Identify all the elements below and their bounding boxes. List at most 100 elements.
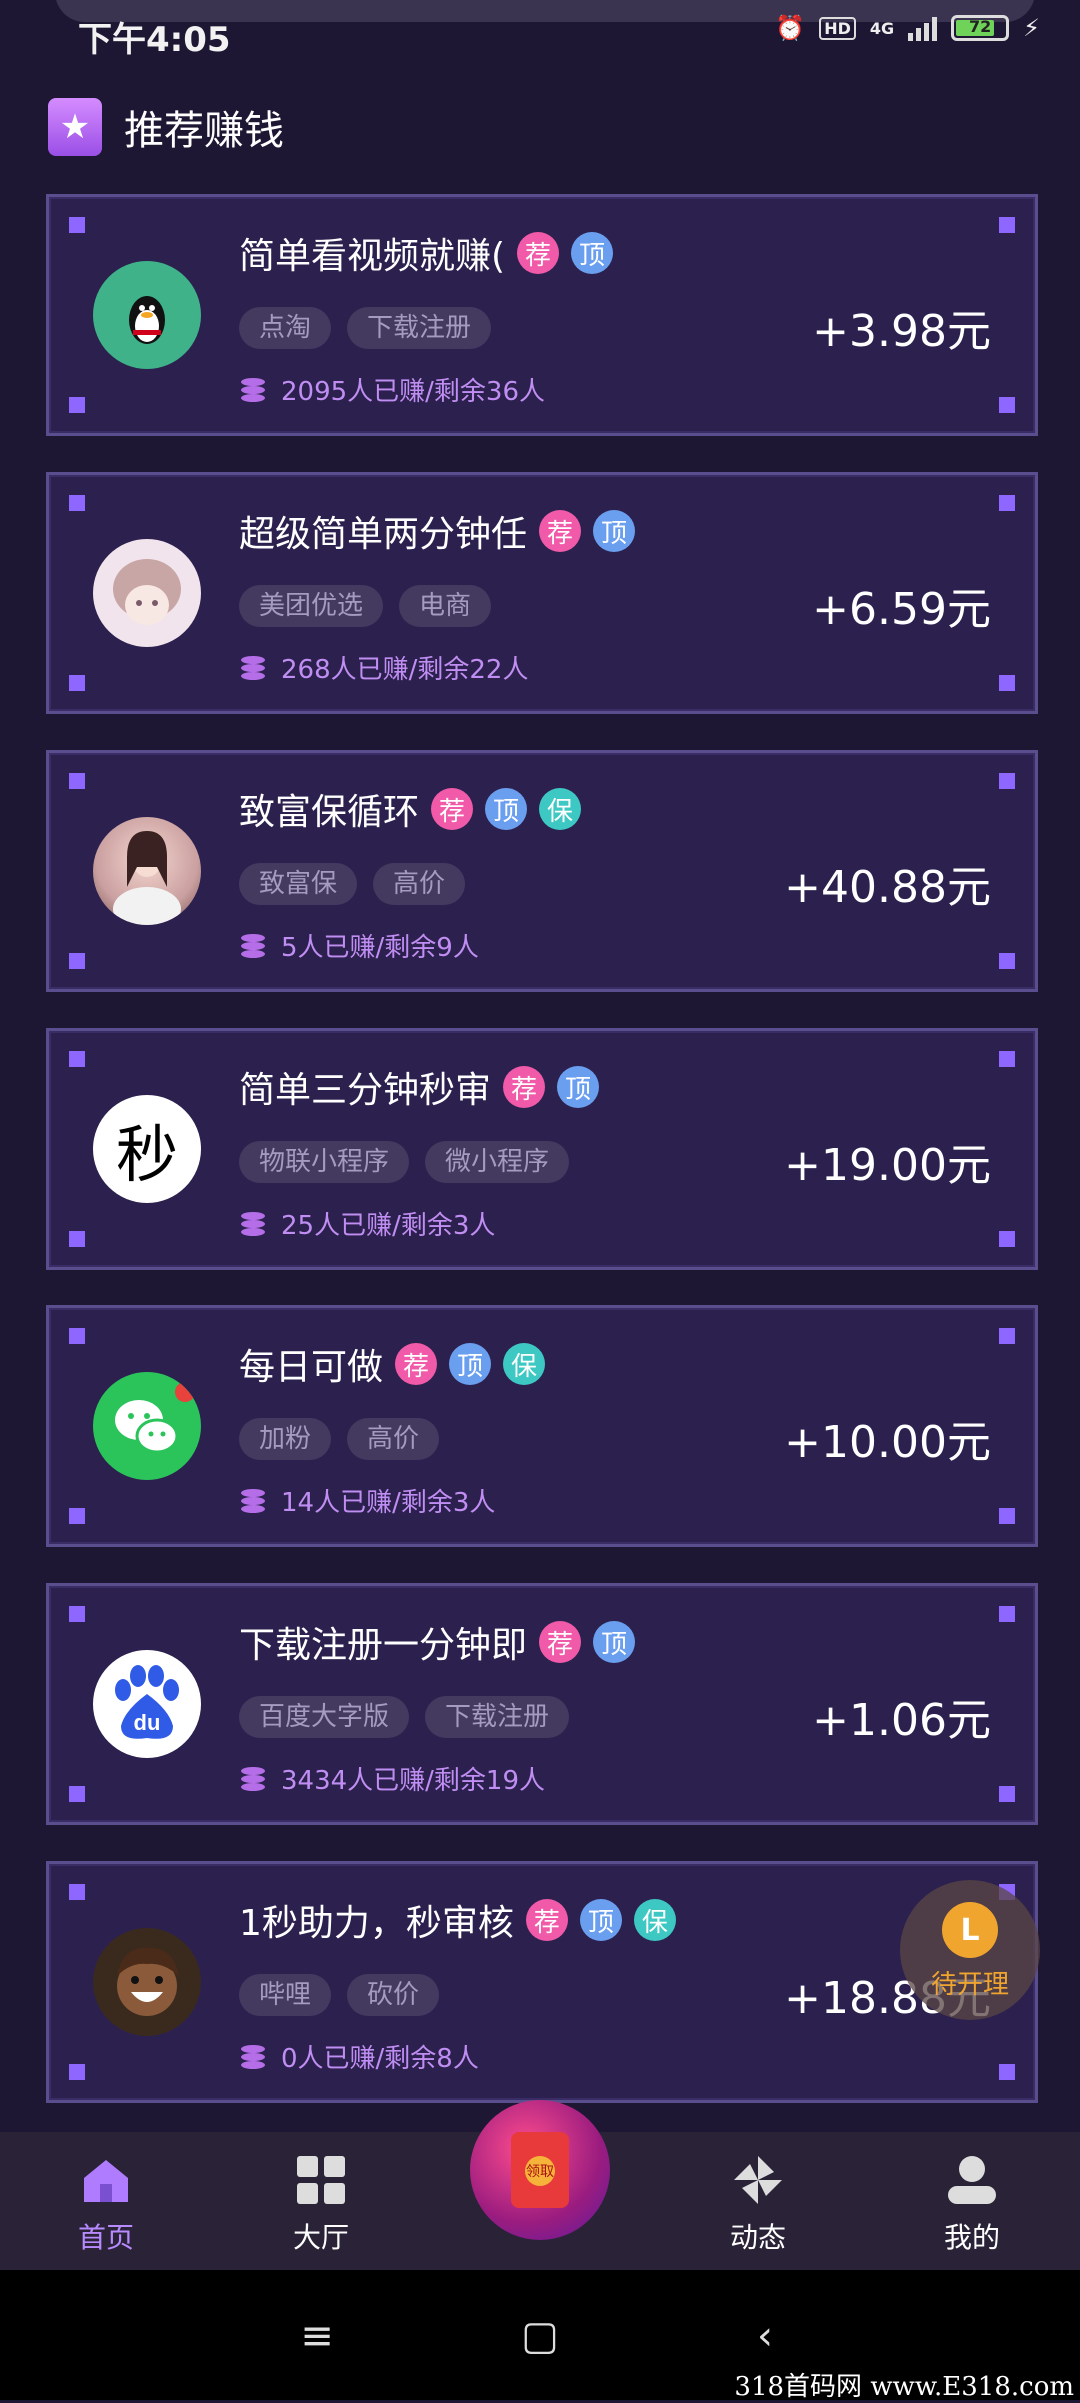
task-stats-text: 5人已赚/剩余9人 bbox=[281, 933, 479, 963]
nav-item-home[interactable]: 首页 bbox=[46, 2152, 166, 2256]
task-tags: 美团优选 电商 bbox=[239, 585, 492, 627]
task-card[interactable]: 每日可做荐顶保加粉 高价 14人已赚/剩余3人 +10.00元 bbox=[46, 1305, 1038, 1547]
task-title-row: 简单三分钟秒审荐顶 bbox=[239, 1061, 600, 1113]
task-title: 超级简单两分钟任 bbox=[239, 514, 528, 555]
miao-avatar: 秒 bbox=[93, 1095, 201, 1203]
home-icon bbox=[78, 2152, 134, 2208]
nav-label-mine: 我的 bbox=[943, 2221, 1000, 2254]
guarantee-badge: 保 bbox=[633, 1899, 676, 1941]
coin-stack-icon bbox=[239, 1210, 267, 1238]
coin-stack-icon bbox=[239, 932, 267, 960]
task-title: 每日可做 bbox=[239, 1347, 384, 1388]
corner-decoration bbox=[69, 675, 85, 691]
home-square-icon[interactable]: ▢ bbox=[515, 2314, 565, 2358]
wechat-icon bbox=[93, 1372, 201, 1480]
floating-reward-button[interactable]: L 待开理 bbox=[900, 1880, 1040, 2020]
status-time: 下午4:05 bbox=[78, 20, 231, 60]
task-stats-text: 3434人已赚/剩余19人 bbox=[281, 1766, 546, 1796]
watermark: 318首码网 www.E318.com bbox=[734, 2372, 1074, 2402]
baidu-icon: du bbox=[93, 1650, 201, 1758]
corner-decoration bbox=[999, 217, 1015, 233]
pinwheel-icon bbox=[730, 2152, 786, 2208]
nav-label-feed: 动态 bbox=[729, 2221, 786, 2254]
task-title: 1秒助力，秒审核 bbox=[239, 1903, 514, 1944]
task-tags: 物联小程序 微小程序 bbox=[239, 1141, 570, 1183]
grid-icon bbox=[293, 2152, 349, 2208]
top-badge: 顶 bbox=[449, 1343, 492, 1385]
task-title-row: 每日可做荐顶保 bbox=[239, 1338, 546, 1390]
coin-icon: L bbox=[942, 1902, 998, 1958]
corner-decoration bbox=[69, 1328, 85, 1344]
task-tag: 哔哩 bbox=[239, 1974, 332, 2016]
top-badge: 顶 bbox=[557, 1066, 600, 1108]
task-tags: 加粉 高价 bbox=[239, 1418, 440, 1460]
status-icons: ⏰ HD 4G 72 ⚡ bbox=[775, 14, 1040, 42]
corner-decoration bbox=[69, 1051, 85, 1067]
corner-decoration bbox=[69, 217, 85, 233]
task-reward: +3.98元 bbox=[812, 306, 991, 357]
menu-icon[interactable]: ≡ bbox=[292, 2314, 342, 2358]
task-reward: +1.06元 bbox=[812, 1695, 991, 1746]
task-title-row: 超级简单两分钟任荐顶 bbox=[239, 505, 636, 557]
corner-decoration bbox=[999, 1051, 1015, 1067]
top-badge: 顶 bbox=[593, 1621, 636, 1663]
red-packet-label: 领取 bbox=[525, 2156, 555, 2186]
floating-button-label: 待开理 bbox=[930, 1970, 1009, 2000]
battery-level: 72 bbox=[969, 17, 992, 36]
alarm-icon: ⏰ bbox=[775, 14, 806, 42]
task-card[interactable]: 超级简单两分钟任荐顶美团优选 电商 268人已赚/剩余22人 +6.59元 bbox=[46, 472, 1038, 714]
task-reward: +19.00元 bbox=[784, 1140, 991, 1191]
task-tag: 高价 bbox=[373, 863, 466, 905]
task-tags: 哔哩 砍价 bbox=[239, 1974, 440, 2016]
task-title: 致富保循环 bbox=[239, 792, 420, 833]
charging-icon: ⚡ bbox=[1023, 14, 1040, 42]
anime-avatar-icon bbox=[93, 539, 201, 647]
corner-decoration bbox=[999, 953, 1015, 969]
user-icon bbox=[944, 2152, 1000, 2208]
coin-stack-icon bbox=[239, 1487, 267, 1515]
task-tag: 加粉 bbox=[239, 1418, 332, 1460]
task-card[interactable]: 致富保循环荐顶保致富保 高价 5人已赚/剩余9人 +40.88元 bbox=[46, 750, 1038, 992]
section-title: 推荐赚钱 bbox=[124, 108, 284, 154]
task-tag: 致富保 bbox=[239, 863, 358, 905]
task-tag: 砍价 bbox=[347, 1974, 440, 2016]
recommend-badge: 荐 bbox=[539, 1621, 582, 1663]
top-badge: 顶 bbox=[579, 1899, 622, 1941]
task-title-row: 简单看视频就赚(荐顶 bbox=[239, 227, 614, 279]
recommend-badge: 荐 bbox=[525, 1899, 568, 1941]
task-stats: 0人已赚/剩余8人 bbox=[239, 2038, 479, 2075]
task-title: 简单看视频就赚( bbox=[239, 236, 506, 277]
task-stats: 3434人已赚/剩余19人 bbox=[239, 1760, 545, 1797]
nav-label-home: 首页 bbox=[77, 2221, 134, 2254]
task-tag: 微小程序 bbox=[425, 1141, 570, 1183]
signal-icon bbox=[908, 15, 938, 41]
task-card[interactable]: 简单看视频就赚(荐顶点淘 下载注册 2095人已赚/剩余36人 +3.98元 bbox=[46, 194, 1038, 436]
nav-item-feed[interactable]: 动态 bbox=[698, 2152, 818, 2256]
corner-decoration bbox=[69, 1508, 85, 1524]
recommend-badge: 荐 bbox=[431, 788, 474, 830]
top-badge: 顶 bbox=[485, 788, 528, 830]
task-tag: 百度大字版 bbox=[239, 1696, 410, 1738]
status-bar: 下午4:05 ⏰ HD 4G 72 ⚡ bbox=[0, 0, 1080, 70]
corner-decoration bbox=[999, 675, 1015, 691]
hd-icon: HD bbox=[819, 16, 856, 40]
task-stats-text: 2095人已赚/剩余36人 bbox=[281, 377, 546, 407]
coin-stack-icon bbox=[239, 1765, 267, 1793]
task-stats: 14人已赚/剩余3人 bbox=[239, 1482, 495, 1519]
battery-icon: 72 bbox=[951, 15, 1010, 41]
task-card[interactable]: 1秒助力，秒审核荐顶保哔哩 砍价 0人已赚/剩余8人 +18.88元 bbox=[46, 1861, 1038, 2103]
corner-decoration bbox=[69, 773, 85, 789]
task-card[interactable]: du 下载注册一分钟即荐顶百度大字版 下载注册 3434人已赚/剩余19人 +1.06元 bbox=[46, 1583, 1038, 1825]
task-tag: 点淘 bbox=[239, 307, 332, 349]
corner-decoration bbox=[999, 1508, 1015, 1524]
back-icon[interactable]: ‹ bbox=[740, 2314, 790, 2358]
nav-item-hall[interactable]: 大厅 bbox=[261, 2152, 381, 2256]
task-card[interactable]: 秒 简单三分钟秒审荐顶物联小程序 微小程序 25人已赚/剩余3人 +19.00元 bbox=[46, 1028, 1038, 1270]
corner-decoration bbox=[69, 953, 85, 969]
recommend-badge: 荐 bbox=[539, 510, 582, 552]
nav-item-mine[interactable]: 我的 bbox=[912, 2152, 1032, 2256]
top-badge: 顶 bbox=[593, 510, 636, 552]
task-stats: 25人已赚/剩余3人 bbox=[239, 1205, 495, 1242]
center-red-packet-button[interactable]: 领取 bbox=[470, 2100, 610, 2240]
corner-decoration bbox=[69, 495, 85, 511]
